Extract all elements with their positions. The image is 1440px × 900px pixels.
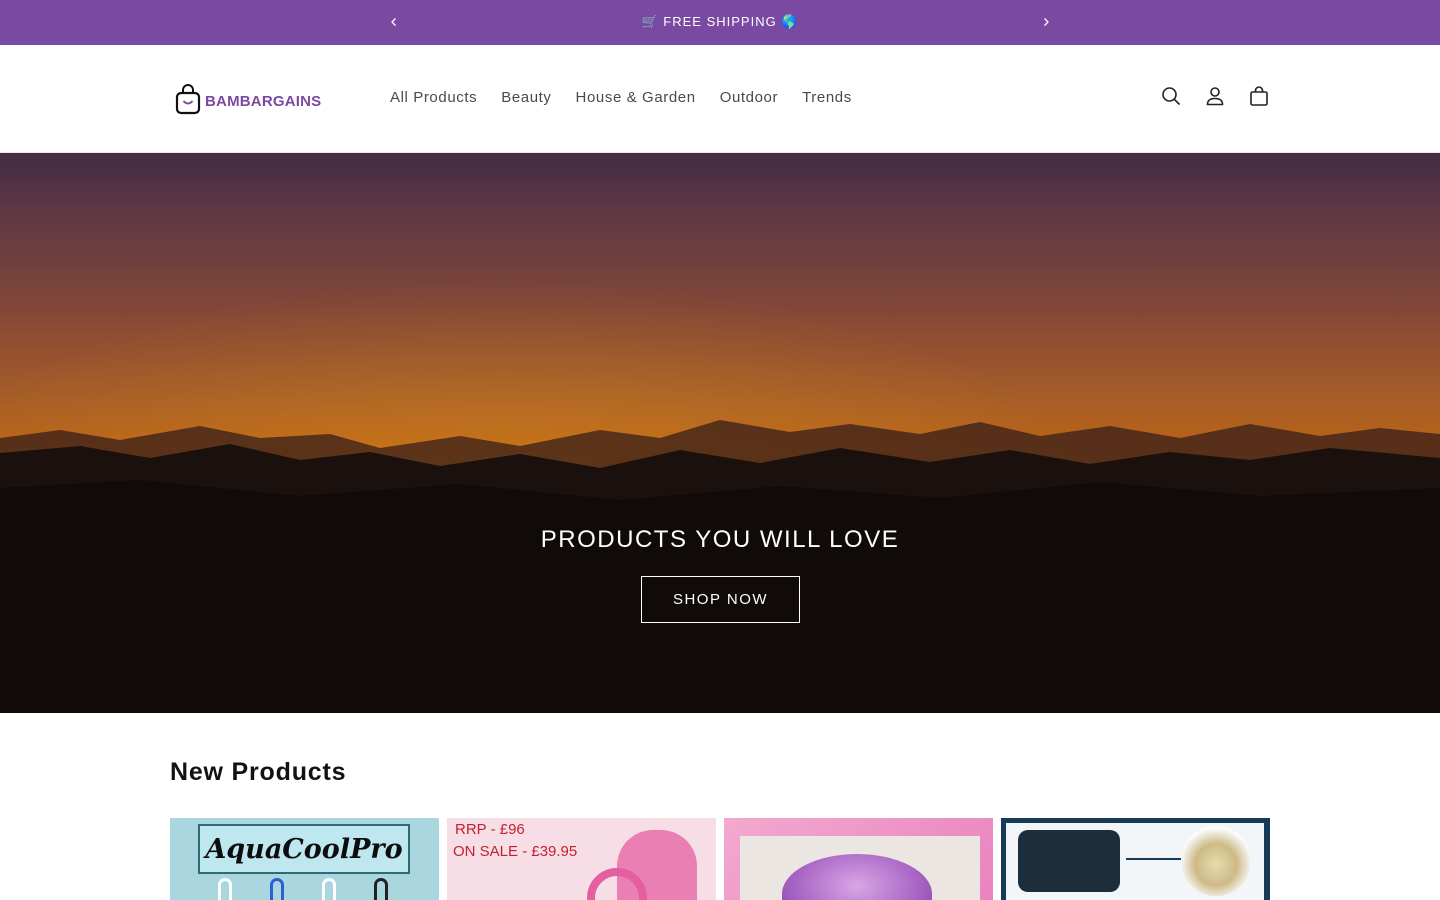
product-sale-text: ON SALE - £39.95 [453,843,578,860]
chevron-right-icon [1044,18,1049,26]
hook-shape [218,878,232,900]
product-card-bowl[interactable] [724,818,993,900]
cart-icon [1250,86,1268,106]
search-icon [1162,87,1181,106]
hero-overlay [0,153,1440,713]
nav-item-all-products[interactable]: All Products [378,88,489,108]
hook-shape [270,878,284,900]
site-header: BAMBARGAINS All Products Beauty House & … [0,45,1440,153]
hook-shape [374,878,388,900]
account-button[interactable] [1204,85,1226,107]
announcement-next-button[interactable] [1035,11,1057,33]
header-icons [1160,85,1270,107]
jar-contents-shape [1181,826,1251,896]
product-grid: AquaCoolPro RRP - £96 ON SALE - £39.95 [170,818,1270,900]
nav-item-house-garden[interactable]: House & Garden [564,88,708,108]
product-image-text: AquaCoolPro [198,824,410,874]
nav-item-trends[interactable]: Trends [790,88,864,108]
hook-shape [322,878,336,900]
account-icon [1206,87,1224,106]
announcement-message: 🛒 FREE SHIPPING 🌎 [641,14,799,29]
hero-title: PRODUCTS YOU WILL LOVE [540,526,900,553]
cart-button[interactable] [1248,85,1270,107]
hero-banner: PRODUCTS YOU WILL LOVE SHOP NOW [0,153,1440,713]
product-card-bag[interactable]: RRP - £96 ON SALE - £39.95 [447,818,716,900]
product-card-jar[interactable] [1001,818,1270,900]
logo-text: BAMBARGAINS [205,92,322,110]
announcement-bar: 🛒 FREE SHIPPING 🌎 [0,0,1440,45]
main-nav: All Products Beauty House & Garden Outdo… [378,88,864,108]
jar-lid-shape [1018,830,1120,892]
shopping-bag-logo-icon [175,84,201,115]
site-logo[interactable]: BAMBARGAINS [174,82,321,116]
connector-line [1126,858,1181,860]
nav-item-beauty[interactable]: Beauty [489,88,563,108]
nav-item-outdoor[interactable]: Outdoor [708,88,790,108]
shop-now-button[interactable]: SHOP NOW [641,576,800,623]
product-card-aquacoolpro[interactable]: AquaCoolPro [170,818,439,900]
new-products-title: New Products [170,758,347,786]
search-button[interactable] [1160,85,1182,107]
product-rrp-text: RRP - £96 [455,821,525,838]
